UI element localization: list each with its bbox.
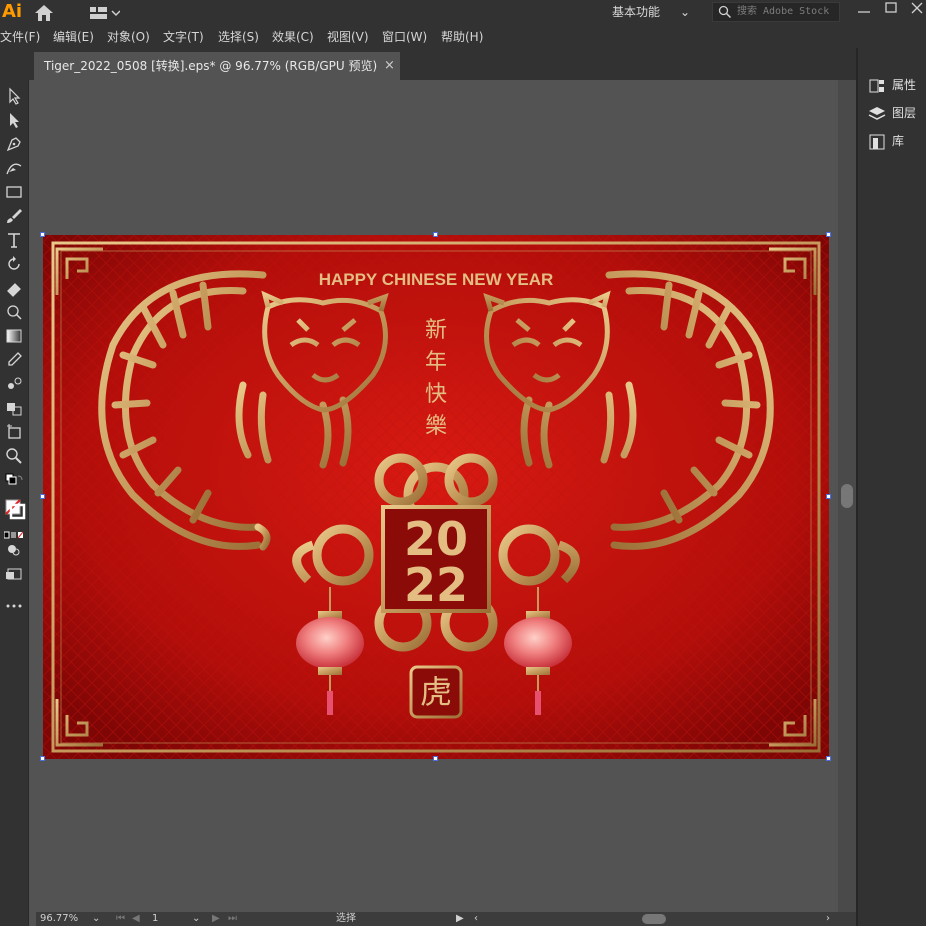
properties-label: 属性	[892, 78, 917, 92]
workspace-switcher[interactable]: 基本功能 ⌄	[612, 2, 696, 22]
chevron-down-icon: ⌄	[680, 5, 691, 19]
selection-handle-top[interactable]	[433, 232, 438, 237]
menu-bar: 文件(F) 编辑(E) 对象(O) 文字(T) 选择(S) 效果(C) 视图(V…	[0, 26, 926, 48]
draw-mode-icon[interactable]	[4, 542, 24, 562]
menu-object[interactable]: 对象(O)	[107, 26, 150, 48]
minimize-window-button[interactable]	[850, 0, 878, 20]
headline-text: HAPPY CHINESE NEW YEAR	[319, 270, 554, 289]
menu-select[interactable]: 选择(S)	[218, 26, 259, 48]
blend-tool-icon[interactable]	[4, 374, 24, 394]
selection-handle-top-left[interactable]	[40, 232, 45, 237]
rectangle-tool-icon[interactable]	[4, 182, 24, 202]
vertical-char-4: 樂	[425, 414, 447, 439]
right-panel-dock: 属性 图层 库	[856, 48, 926, 926]
menu-help[interactable]: 帮助(H)	[441, 26, 483, 48]
search-placeholder: 搜索 Adobe Stock	[737, 6, 830, 17]
close-window-button[interactable]	[906, 0, 926, 20]
prev-artboard-icon[interactable]: ◀	[132, 912, 140, 926]
menu-file[interactable]: 文件(F)	[0, 26, 40, 48]
pen-tool-icon[interactable]	[4, 134, 24, 154]
eyedropper-tool-icon[interactable]	[4, 350, 24, 370]
libraries-label: 库	[892, 134, 905, 148]
tools-panel	[0, 80, 29, 926]
scroll-left-icon[interactable]: ‹	[474, 912, 478, 926]
artboard-canvas[interactable]: HAPPY CHINESE NEW YEAR 新 年 快 樂 20 22 虎	[40, 232, 831, 761]
paintbrush-tool-icon[interactable]	[4, 206, 24, 226]
menu-type[interactable]: 文字(T)	[163, 26, 204, 48]
layers-icon	[868, 106, 886, 120]
app-logo: Ai	[1, 1, 23, 22]
layers-panel-tab[interactable]: 图层	[868, 102, 916, 124]
zoom-level-field[interactable]: 96.77%	[40, 912, 78, 926]
selection-handle-left[interactable]	[40, 494, 45, 499]
curvature-tool-icon[interactable]	[4, 158, 24, 178]
selection-handle-bottom[interactable]	[433, 756, 438, 761]
selection-handle-top-right[interactable]	[826, 232, 831, 237]
rotate-tool-icon[interactable]	[4, 254, 24, 274]
more-tools-icon[interactable]	[4, 596, 24, 616]
vertical-scrollbar-thumb[interactable]	[841, 484, 853, 508]
direct-selection-tool-icon[interactable]	[4, 110, 24, 130]
scroll-right-icon[interactable]: ›	[826, 912, 830, 926]
layers-label: 图层	[892, 106, 917, 120]
artboard-tool-icon[interactable]	[4, 422, 24, 442]
status-bar: 96.77% ⌄ ⏮ ◀ 1 ⌄ ▶ ⏭ 选择 ▶ ‹ ›	[36, 912, 856, 926]
selection-handle-bottom-left[interactable]	[40, 756, 45, 761]
maximize-window-button[interactable]	[880, 0, 904, 20]
next-artboard-icon[interactable]: ▶	[212, 912, 220, 926]
tiger-seal-character: 虎	[420, 673, 452, 711]
live-paint-tool-icon[interactable]	[4, 398, 24, 418]
status-menu-icon[interactable]: ▶	[456, 912, 464, 926]
horizontal-scrollbar-thumb[interactable]	[642, 914, 666, 924]
libraries-panel-tab[interactable]: 库	[868, 130, 904, 152]
selection-handle-right[interactable]	[826, 494, 831, 499]
properties-panel-tab[interactable]: 属性	[868, 74, 916, 96]
zoom-tool-icon[interactable]	[4, 446, 24, 466]
properties-icon	[869, 79, 884, 92]
current-tool-label: 选择	[336, 913, 356, 924]
type-tool-icon[interactable]	[4, 230, 24, 250]
libraries-icon	[869, 134, 885, 149]
artboard-number-field[interactable]: 1	[152, 912, 158, 926]
document-tab[interactable]: Tiger_2022_0508 [转换].eps* @ 96.77% (RGB/…	[34, 52, 400, 80]
default-colors-icon[interactable]	[4, 472, 24, 492]
vertical-char-1: 新	[425, 318, 447, 343]
screen-mode-icon[interactable]	[4, 566, 24, 586]
selection-tool-icon[interactable]	[4, 86, 24, 106]
menu-effect[interactable]: 效果(C)	[272, 26, 314, 48]
fill-stroke-swatch-icon[interactable]	[4, 498, 26, 520]
close-tab-icon[interactable]: ×	[384, 52, 395, 80]
artboard-dropdown-icon[interactable]: ⌄	[192, 912, 200, 926]
vertical-char-3: 快	[425, 382, 447, 407]
search-stock-input[interactable]: 搜索 Adobe Stock	[712, 2, 840, 22]
home-icon[interactable]	[34, 4, 54, 22]
year-bottom-digits: 22	[404, 558, 468, 612]
selection-handle-bottom-right[interactable]	[826, 756, 831, 761]
menu-view[interactable]: 视图(V)	[327, 26, 369, 48]
workspace-label: 基本功能	[612, 5, 661, 19]
menu-edit[interactable]: 编辑(E)	[53, 26, 94, 48]
menu-window[interactable]: 窗口(W)	[382, 26, 427, 48]
vertical-char-2: 年	[425, 350, 447, 375]
first-artboard-icon[interactable]: ⏮	[116, 912, 125, 926]
eraser-tool-icon[interactable]	[4, 278, 24, 298]
warp-tool-icon[interactable]	[4, 302, 24, 322]
zoom-dropdown-icon[interactable]: ⌄	[92, 912, 100, 926]
gradient-tool-icon[interactable]	[4, 326, 24, 346]
document-tab-label: Tiger_2022_0508 [转换].eps* @ 96.77% (RGB/…	[44, 59, 378, 73]
last-artboard-icon[interactable]: ⏭	[228, 912, 237, 926]
arrange-documents-icon[interactable]	[90, 5, 121, 21]
search-icon	[718, 5, 732, 26]
tiger-new-year-artwork: HAPPY CHINESE NEW YEAR 新 年 快 樂 20 22 虎	[43, 235, 829, 759]
